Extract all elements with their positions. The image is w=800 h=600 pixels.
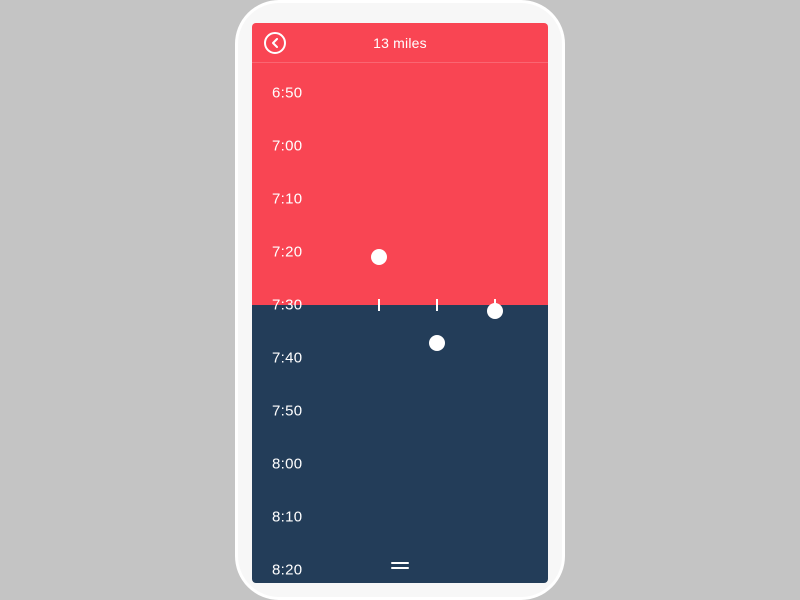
x-axis-tick — [436, 299, 438, 311]
y-axis-label: 8:00 — [272, 456, 302, 473]
data-point[interactable] — [371, 249, 387, 265]
data-point[interactable] — [429, 335, 445, 351]
handle-line — [391, 567, 409, 569]
handle-line — [391, 562, 409, 564]
app-screen: 6:50 7:00 7:10 7:20 7:30 7:40 7:50 8:00 8:10 8:20… — [252, 23, 548, 583]
y-axis-label: 8:10 — [272, 509, 302, 526]
phone-frame: 6:50 7:00 7:10 7:20 7:30 7:40 7:50 8:00 8:10 8:20… — [235, 0, 565, 600]
y-axis-label: 6:50 — [272, 85, 302, 102]
y-axis-label: 7:30 — [272, 297, 302, 314]
y-axis-label: 7:40 — [272, 350, 302, 367]
pace-chart[interactable]: 6:50 7:00 7:10 7:20 7:30 7:40 7:50 8:00 8:10 8:20 — [252, 23, 548, 583]
page-title: 13 miles — [373, 35, 427, 51]
header-bar: 13 miles — [252, 23, 548, 63]
back-button[interactable] — [264, 32, 286, 54]
y-axis-label: 7:10 — [272, 191, 302, 208]
power-button — [564, 121, 565, 163]
x-axis-tick — [378, 299, 380, 311]
y-axis-label: 7:00 — [272, 138, 302, 155]
chart-region-above-threshold — [252, 23, 548, 305]
data-point[interactable] — [487, 303, 503, 319]
drag-handle[interactable] — [387, 558, 413, 573]
y-axis-label: 7:20 — [272, 244, 302, 261]
y-axis-label: 8:20 — [272, 562, 302, 579]
chart-region-below-threshold — [252, 305, 548, 583]
chevron-left-icon — [271, 38, 279, 48]
y-axis-label: 7:50 — [272, 403, 302, 420]
